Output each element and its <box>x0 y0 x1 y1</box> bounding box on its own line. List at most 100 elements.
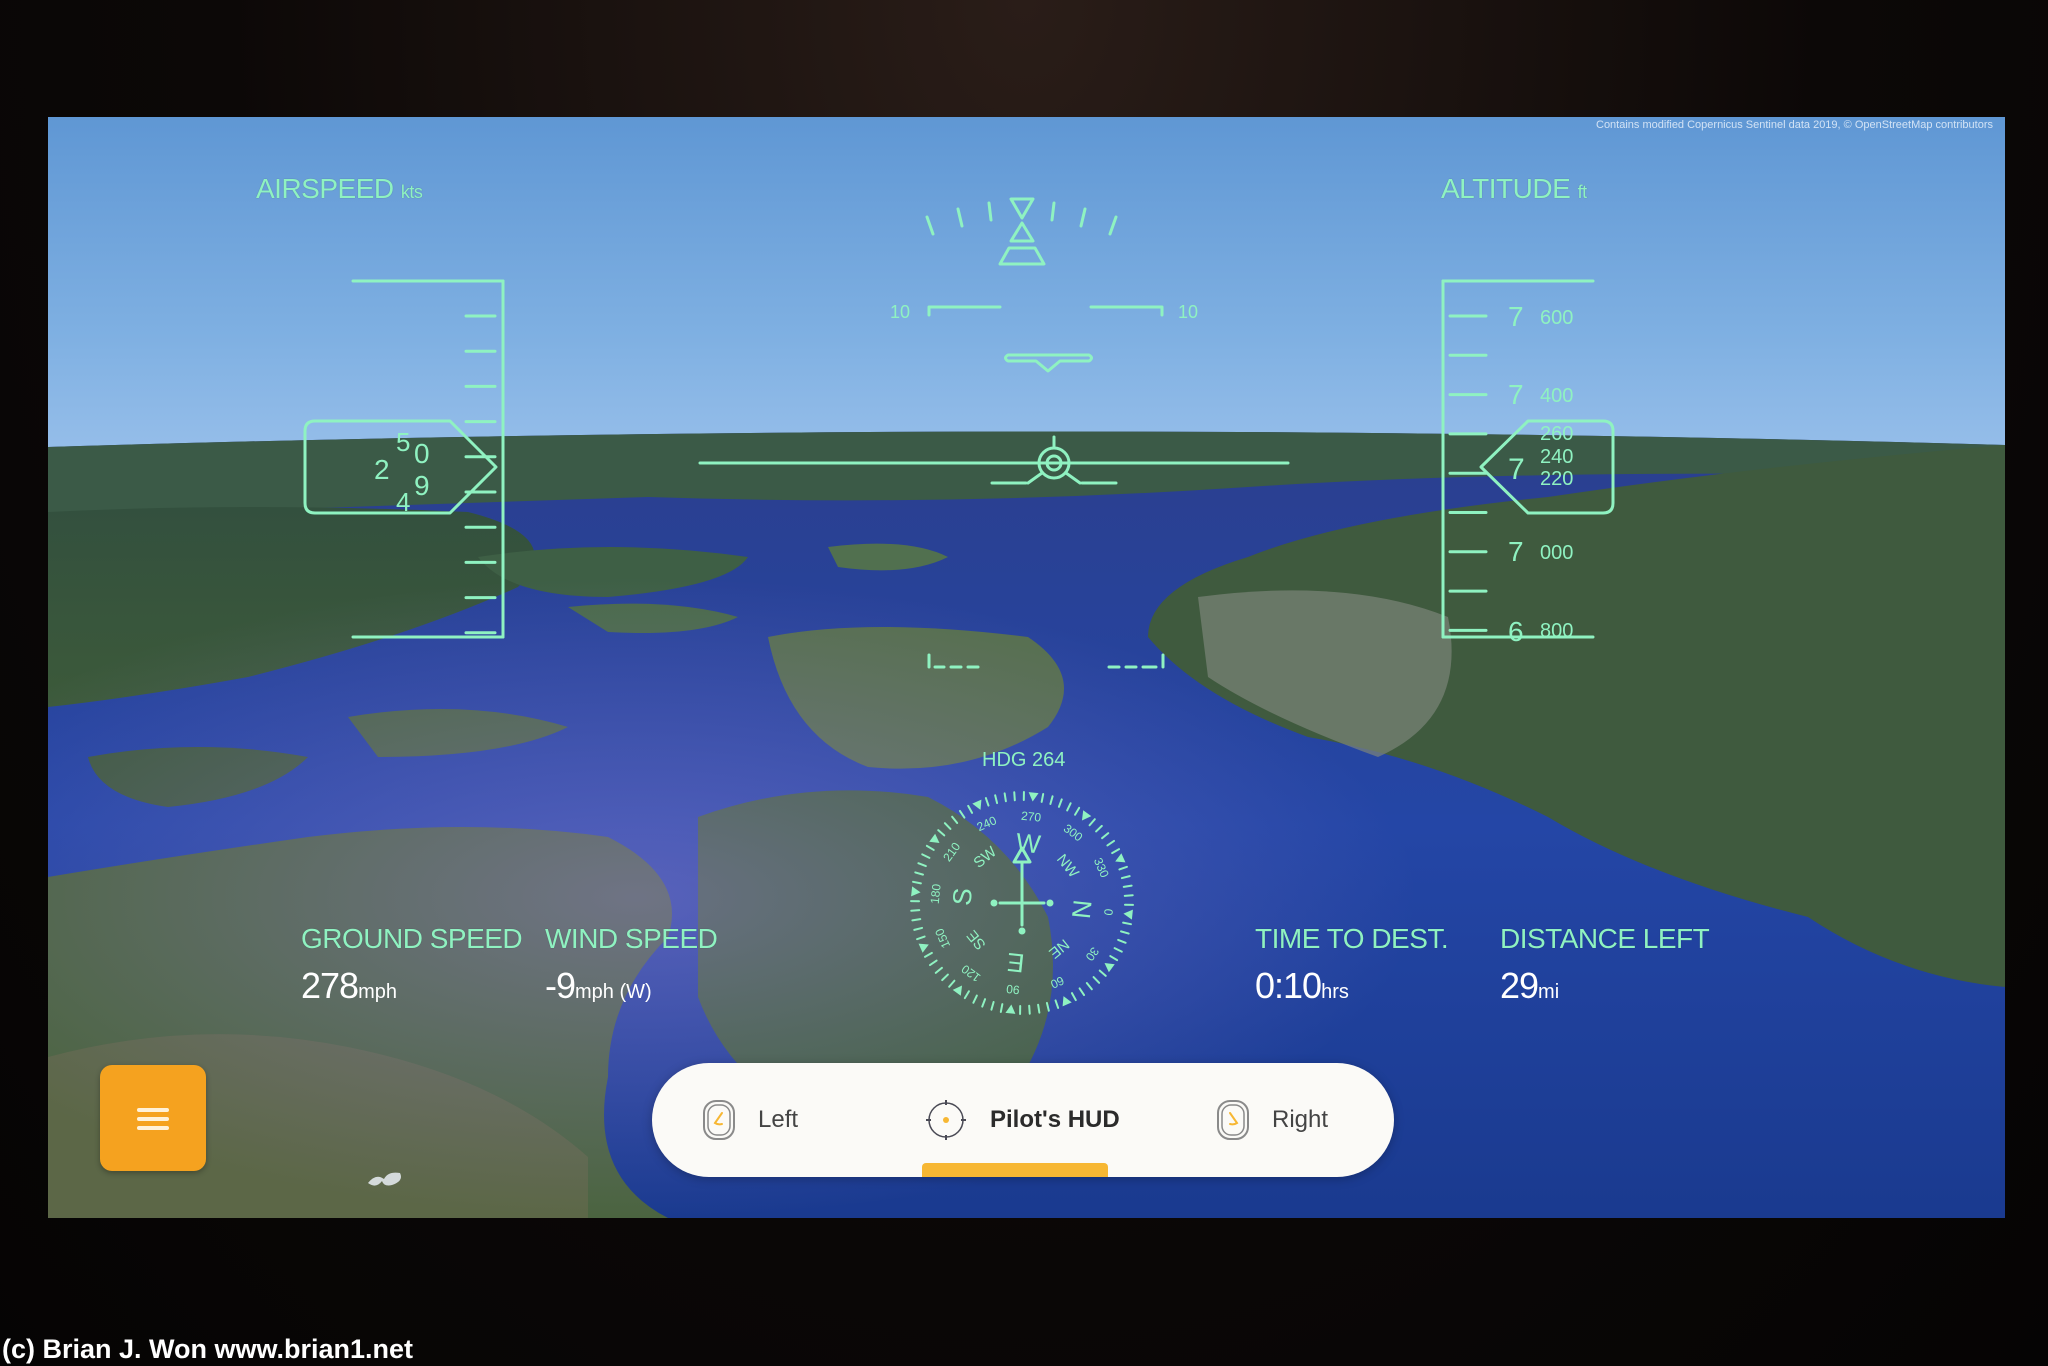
airspeed-tape <box>303 279 505 639</box>
compass-major-marker <box>1115 853 1126 863</box>
compass-tick <box>1117 938 1127 944</box>
wind-speed-number: -9 <box>545 965 576 1006</box>
compass-tick <box>1101 832 1110 840</box>
view-selector: Left Pilot's HUD Right <box>652 1063 1394 1177</box>
alt-scale-rest: 600 <box>1540 307 1573 329</box>
compass-intercardinal-NW: NW <box>1053 851 1082 882</box>
compass-major-marker <box>1005 1004 1016 1014</box>
compass-tick <box>1085 982 1093 991</box>
tab-left-label: Left <box>758 1106 799 1133</box>
compass-tick <box>1049 795 1054 805</box>
compass-tick <box>1078 987 1086 997</box>
pitch-label-right: 10 <box>1178 302 1198 322</box>
compass-tick <box>1095 824 1103 833</box>
compass-tick <box>1118 865 1128 871</box>
compass-major-marker <box>1081 810 1092 821</box>
aircraft-symbol <box>990 435 1118 485</box>
compass-tick <box>1070 992 1077 1002</box>
bank-pointer-up-icon <box>1009 221 1035 243</box>
compass-tick <box>972 994 978 1004</box>
compass-degree-label: 30 <box>1082 945 1101 964</box>
compass-tick <box>1120 875 1131 880</box>
ife-screen: Contains modified Copernicus Sentinel da… <box>48 117 2005 1218</box>
crosshair-icon <box>926 1100 966 1140</box>
compass-degree-label: 270 <box>1020 809 1042 825</box>
compass-major-marker <box>1062 996 1072 1007</box>
bank-tick <box>1108 215 1118 236</box>
alt-scale-rest: 800 <box>1540 620 1573 642</box>
compass-degree-label: 300 <box>1061 821 1086 844</box>
wind-speed-value: -9mph (W) <box>545 965 652 1007</box>
compass-tick <box>921 853 931 859</box>
alt-drum-below: 220 <box>1540 468 1573 490</box>
compass-major-marker <box>911 886 921 897</box>
compass-tick <box>911 918 922 922</box>
tab-right-label: Right <box>1272 1106 1329 1133</box>
compass-intercardinal-SW: SW <box>970 843 1000 872</box>
compass-tick <box>1092 976 1101 984</box>
alt-drum-thousands: 7 <box>1508 453 1525 486</box>
compass-tick <box>984 797 990 807</box>
tab-right[interactable]: Right <box>1216 1063 1328 1177</box>
pitch-label-left: 10 <box>890 302 910 322</box>
compass-tick <box>937 829 946 837</box>
time-to-dest-label: TIME TO DEST. <box>1255 923 1449 954</box>
compass-tick <box>1113 947 1123 953</box>
compass-tick <box>1122 884 1133 888</box>
compass-degree-label: 120 <box>958 962 983 985</box>
compass-tick <box>943 822 952 830</box>
compass-tick <box>1028 1004 1031 1015</box>
bank-slip-indicator <box>998 246 1046 266</box>
compass-cardinal-E: E <box>1006 947 1026 979</box>
tab-left[interactable]: Left <box>702 1063 798 1177</box>
bank-tick <box>987 201 993 222</box>
compass-major-marker <box>1028 792 1039 802</box>
alt-scale-rest: 400 <box>1540 385 1573 407</box>
compass-tick <box>981 998 987 1008</box>
compass-tick <box>1074 806 1081 816</box>
airspeed-hundreds: 2 <box>374 454 390 485</box>
compass-tick <box>941 973 949 982</box>
compass-tick <box>958 809 966 819</box>
compass-tick <box>1045 1001 1050 1012</box>
distance-left-value: 29mi <box>1500 965 1559 1007</box>
compass-tick <box>951 815 959 824</box>
compass-tick <box>994 794 999 805</box>
airline-logo-icon <box>368 1172 401 1186</box>
compass-tick <box>1088 818 1096 827</box>
pitch-ladder <box>927 305 1164 317</box>
compass-tick <box>925 844 935 851</box>
hud-overlay: 2 5 4 0 9 7 600 7 400 7 000 6 800 7 260 … <box>303 197 1615 1015</box>
altitude-tape <box>1441 279 1615 639</box>
compass-tick <box>1054 999 1060 1009</box>
compass-major-marker <box>1104 962 1115 973</box>
compass-degree-label: 0 <box>1101 908 1116 916</box>
compass-dot <box>990 899 998 907</box>
bank-tick <box>956 207 964 228</box>
photo-watermark: (c) Brian J. Won www.brian1.net <box>2 1334 414 1364</box>
ground-speed-number: 278 <box>301 965 359 1006</box>
alt-scale-thousands: 7 <box>1508 536 1524 567</box>
compass-tick <box>1057 798 1063 808</box>
compass-tick <box>990 1001 995 1011</box>
time-to-dest-value: 0:10hrs <box>1255 965 1349 1007</box>
wind-speed-label: WIND SPEED <box>545 923 718 954</box>
compass-degree-label: 60 <box>1048 973 1066 991</box>
compass-tick <box>913 926 924 931</box>
active-tab-indicator <box>922 1163 1108 1177</box>
compass-degree-label: 210 <box>940 839 963 864</box>
distance-left-number: 29 <box>1500 965 1539 1006</box>
compass-tick <box>1040 793 1045 803</box>
compass-tick <box>1013 791 1016 802</box>
heading-label: HDG 264 <box>982 749 1066 771</box>
menu-button[interactable] <box>100 1065 206 1171</box>
time-to-dest-unit: hrs <box>1321 981 1349 1003</box>
bank-angle-scale <box>925 197 1118 266</box>
right-window-icon <box>1217 1100 1249 1140</box>
compass-major-marker <box>929 833 940 844</box>
ground-reference-marks <box>927 653 1165 669</box>
flight-director-marker <box>1004 353 1093 373</box>
tab-pilots-hud[interactable]: Pilot's HUD <box>924 1063 1120 1177</box>
bank-pointer-down-icon <box>1009 197 1035 220</box>
compass-tick <box>999 1003 1004 1013</box>
